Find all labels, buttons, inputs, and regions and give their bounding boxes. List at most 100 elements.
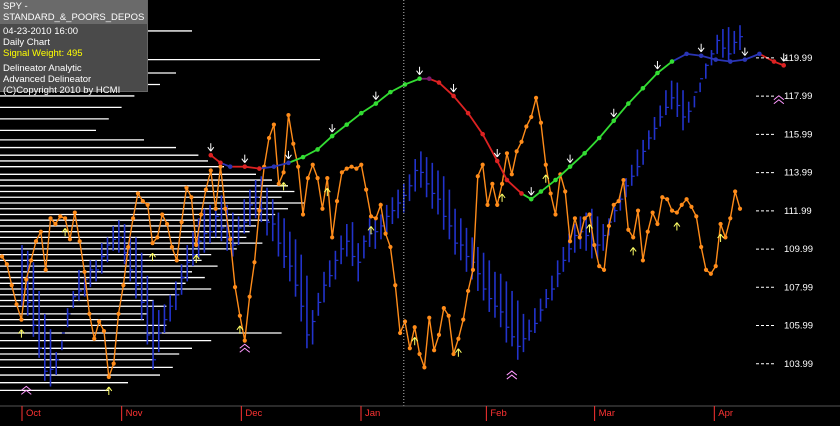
trend-point <box>465 110 471 116</box>
oscillator-point <box>58 214 63 219</box>
oscillator-point <box>150 241 155 246</box>
oscillator-point <box>436 332 442 338</box>
oscillator-point <box>470 267 476 273</box>
oscillator-point <box>237 313 243 318</box>
trend-point <box>494 158 500 164</box>
oscillator-point <box>674 210 679 215</box>
trend-point <box>417 76 422 82</box>
trend-point <box>329 133 335 139</box>
oscillator-point <box>635 208 641 213</box>
oscillator-point <box>563 189 568 194</box>
oscillator-point <box>422 365 427 370</box>
oscillator-point <box>135 191 141 196</box>
oscillator-point <box>97 319 102 324</box>
oscillator-point <box>228 237 233 242</box>
oscillator-point <box>601 267 607 273</box>
oscillator-point <box>519 139 524 144</box>
trend-point <box>242 164 248 169</box>
oscillator-point <box>417 351 422 357</box>
oscillator-point <box>77 239 82 244</box>
oscillator-point <box>223 206 228 211</box>
oscillator-point <box>43 267 48 273</box>
trend-point <box>426 76 432 82</box>
x-month-label: Feb <box>490 408 506 419</box>
trend-point <box>315 147 320 152</box>
oscillator-point <box>485 202 490 208</box>
trend-point <box>553 177 558 183</box>
trend-point <box>271 164 277 169</box>
oscillator-point <box>130 216 136 221</box>
oscillator-point <box>703 267 709 273</box>
trend-point <box>286 160 291 166</box>
oscillator-point <box>111 361 116 366</box>
oscillator-point <box>300 212 306 217</box>
trend-point <box>257 166 262 171</box>
period-label: Daily Chart <box>3 37 50 48</box>
trend-point <box>611 118 617 124</box>
oscillator-point <box>504 151 510 156</box>
oscillator-point <box>169 244 175 250</box>
oscillator-point <box>529 114 534 120</box>
trend-point <box>436 80 442 85</box>
y-tick-label: 117.99 <box>784 91 812 102</box>
oscillator-point <box>179 220 184 225</box>
oscillator-point <box>126 244 131 250</box>
oscillator-point <box>524 124 529 129</box>
oscillator-point <box>344 166 349 171</box>
oscillator-point <box>330 235 335 240</box>
oscillator-point <box>145 202 150 208</box>
trend-point <box>669 59 675 64</box>
oscillator-point <box>24 277 29 282</box>
trend-point <box>582 150 587 156</box>
trend-point <box>771 59 777 64</box>
oscillator-point <box>164 221 170 227</box>
oscillator-point <box>213 206 218 211</box>
y-tick-label: 119.99 <box>784 53 812 64</box>
oscillator-point <box>203 187 209 192</box>
oscillator-point <box>466 288 471 294</box>
trend-point <box>218 160 223 166</box>
oscillator-point <box>218 164 223 169</box>
oscillator-point <box>194 242 199 248</box>
oscillator-point <box>655 221 660 227</box>
datetime-label: 04-23-2010 16:00 <box>3 26 79 37</box>
oscillator-point <box>325 176 330 181</box>
oscillator-point <box>733 189 738 194</box>
oscillator-point <box>121 283 126 288</box>
oscillator-point <box>616 198 621 204</box>
oscillator-point <box>174 258 179 263</box>
oscillator-point <box>38 229 43 234</box>
trend-point <box>742 57 748 62</box>
oscillator-point <box>699 244 704 250</box>
oscillator-point <box>87 311 92 316</box>
oscillator-point <box>9 283 14 288</box>
trend-point <box>538 189 544 194</box>
oscillator-point <box>679 202 684 208</box>
trend-point <box>596 135 602 141</box>
trend-point <box>388 89 393 95</box>
x-month-label: Oct <box>26 408 41 419</box>
y-tick-label: 105.99 <box>784 321 813 332</box>
oscillator-point <box>19 317 24 322</box>
oscillator-point <box>359 162 364 167</box>
oscillator-point <box>155 235 160 240</box>
oscillator-point <box>232 285 238 290</box>
oscillator-point <box>441 306 446 311</box>
trend-point <box>626 101 631 106</box>
y-tick-label: 103.99 <box>784 359 813 370</box>
oscillator-point <box>475 174 480 179</box>
oscillator-point <box>198 212 204 217</box>
oscillator-point <box>320 206 325 211</box>
oscillator-point <box>0 254 5 259</box>
oscillator-point <box>393 283 398 288</box>
oscillator-point <box>4 262 9 267</box>
oscillator-point <box>247 294 252 299</box>
oscillator-point <box>514 149 519 154</box>
oscillator-point <box>572 216 578 221</box>
oscillator-point <box>368 214 374 219</box>
oscillator-point <box>291 141 296 146</box>
y-tick-label: 107.99 <box>784 282 813 293</box>
oscillator-point <box>407 346 412 351</box>
trend-point <box>727 59 733 64</box>
oscillator-point <box>499 181 505 186</box>
